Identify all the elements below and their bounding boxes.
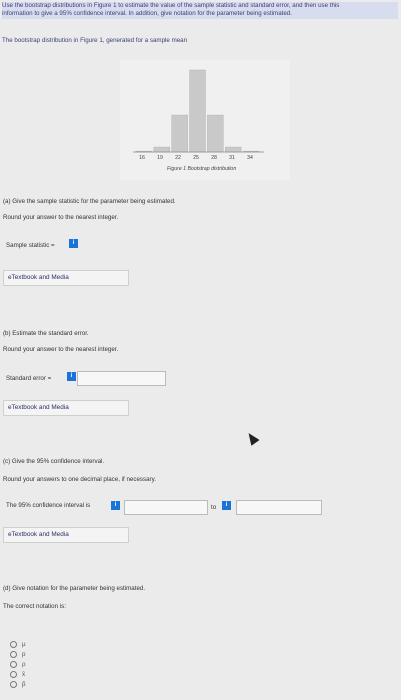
notation-option-phat[interactable]: p̂ xyxy=(10,680,26,690)
part-c-round: Round your answers to one decimal place,… xyxy=(3,476,156,483)
tick-label: 22 xyxy=(175,155,181,161)
figure-title: Figure 1 Bootstrap distribution xyxy=(167,166,237,172)
notation-option-xbar[interactable]: x̄ xyxy=(10,670,26,680)
ci-upper-input[interactable] xyxy=(236,500,322,515)
tick-label: 31 xyxy=(229,155,235,161)
histogram-bar xyxy=(225,146,242,153)
info-icon[interactable]: i xyxy=(222,501,231,510)
histogram-bar xyxy=(207,114,224,153)
intro-text: Use the bootstrap distributions in Figur… xyxy=(2,2,398,19)
info-icon[interactable]: i xyxy=(67,372,76,381)
radio-button[interactable] xyxy=(10,670,17,678)
part-d-section: (d) Give notation for the parameter bein… xyxy=(3,585,399,610)
tick-label: 25 xyxy=(193,155,199,161)
mouse-cursor-icon xyxy=(244,430,260,446)
option-label: μ xyxy=(22,641,26,648)
part-b-section: (b) Estimate the standard error. Round y… xyxy=(3,330,399,353)
part-a-title: (a) Give the sample statistic for the pa… xyxy=(3,198,176,205)
option-label: p̂ xyxy=(22,681,26,688)
radio-button[interactable] xyxy=(10,640,17,648)
bootstrap-histogram xyxy=(133,69,264,153)
confidence-interval-label: The 95% confidence interval is xyxy=(6,502,91,509)
radio-button[interactable] xyxy=(10,680,17,688)
notation-option-p[interactable]: p xyxy=(10,650,26,660)
option-label: x̄ xyxy=(22,671,26,678)
to-label: to xyxy=(211,504,217,511)
intro-line-2: information to give a 95% confidence int… xyxy=(2,10,398,19)
etextbook-media-button[interactable]: eTextbook and Media xyxy=(3,527,129,543)
info-icon[interactable]: i xyxy=(111,501,120,510)
tick-label: 16 xyxy=(139,155,145,161)
intro-line-1: Use the bootstrap distributions in Figur… xyxy=(2,2,398,11)
bootstrap-chart-area xyxy=(120,60,290,180)
standard-error-label: Standard error = xyxy=(6,375,52,382)
histogram-bar xyxy=(153,146,170,153)
x-axis-ticks: 16 19 22 25 28 31 34 xyxy=(133,155,259,161)
part-b-round: Round your answer to the nearest integer… xyxy=(3,346,119,353)
notation-option-rho[interactable]: ρ xyxy=(10,660,26,670)
tick-label: 34 xyxy=(247,155,253,161)
histogram-bar xyxy=(189,69,206,153)
part-d-title: (d) Give notation for the parameter bein… xyxy=(3,585,146,592)
option-label: p xyxy=(22,651,26,658)
radio-button[interactable] xyxy=(10,660,17,668)
notation-options: μ p ρ x̄ p̂ xyxy=(10,640,26,690)
part-a-round: Round your answer to the nearest integer… xyxy=(3,214,119,221)
ci-lower-input[interactable] xyxy=(124,500,208,515)
part-c-section: (c) Give the 95% confidence interval. Ro… xyxy=(3,458,399,483)
part-b-title: (b) Estimate the standard error. xyxy=(3,330,89,337)
part-a-section: (a) Give the sample statistic for the pa… xyxy=(3,198,399,221)
info-icon[interactable]: i xyxy=(69,239,78,248)
etextbook-media-button[interactable]: eTextbook and Media xyxy=(3,400,129,416)
tick-label: 28 xyxy=(211,155,217,161)
figure-caption-line: The bootstrap distribution in Figure 1, … xyxy=(2,37,188,44)
option-label: ρ xyxy=(22,661,26,668)
part-c-title: (c) Give the 95% confidence interval. xyxy=(3,458,105,465)
radio-button[interactable] xyxy=(10,650,17,658)
tick-label: 19 xyxy=(157,155,163,161)
part-d-label: The correct notation is: xyxy=(3,603,66,610)
notation-option-mu[interactable]: μ xyxy=(10,640,26,650)
sample-statistic-label: Sample statistic = xyxy=(6,242,55,249)
histogram-bar xyxy=(171,114,188,153)
standard-error-input[interactable] xyxy=(77,371,166,386)
etextbook-media-button[interactable]: eTextbook and Media xyxy=(3,270,129,286)
